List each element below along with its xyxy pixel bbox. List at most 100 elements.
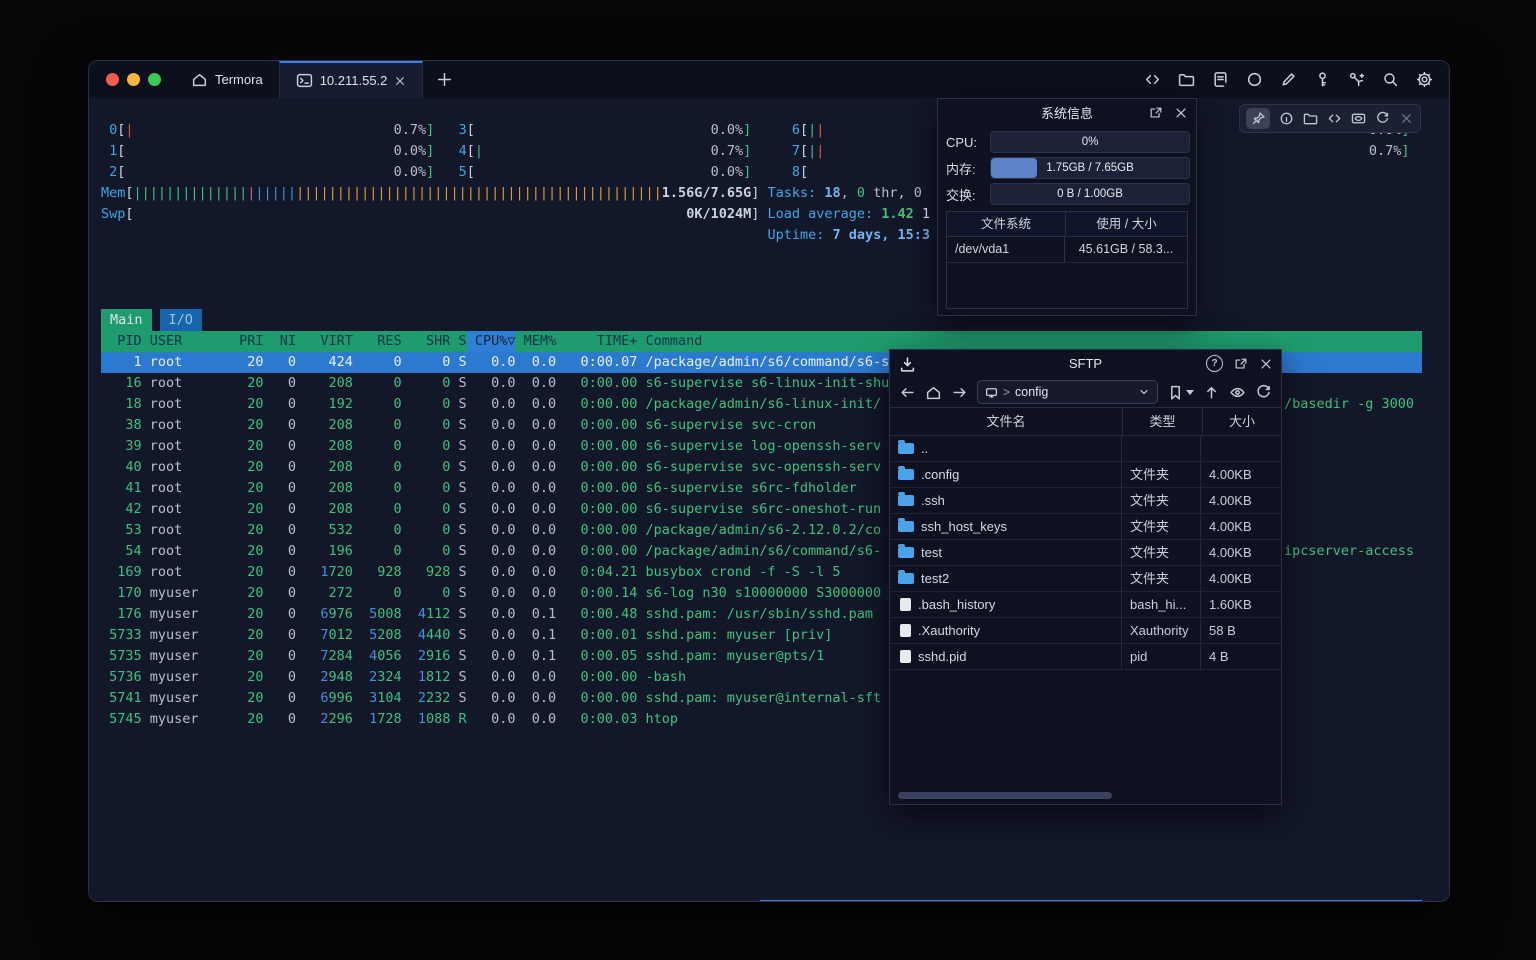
meter-segment: | (816, 141, 824, 162)
col-shr[interactable]: SHR (402, 331, 451, 352)
file-icon (900, 624, 911, 637)
minimize-window-button[interactable] (127, 73, 140, 86)
col-user[interactable]: USER (150, 331, 223, 352)
filesystem-table: 文件系统 使用 / 大小 /dev/vda145.61GB / 58.3... (946, 211, 1188, 309)
folder-icon (898, 495, 914, 506)
zoom-window-button[interactable] (148, 73, 161, 86)
file-row[interactable]: test2 文件夹 4.00KB (890, 566, 1281, 592)
forward-icon[interactable] (951, 384, 968, 401)
function-key[interactable]: F8Nice + (556, 900, 621, 902)
col-pri[interactable]: PRI (223, 331, 264, 352)
keychain-icon[interactable] (1348, 71, 1365, 88)
process-time: 0:00.00 (556, 394, 637, 415)
process-shr: 2232 (402, 688, 451, 709)
htop-tab-io[interactable]: I/O (160, 309, 202, 331)
process-virt: 272 (296, 583, 353, 604)
refresh-icon[interactable] (1255, 384, 1272, 401)
meter-segment: Load average: (767, 204, 873, 225)
filesystem-row[interactable]: /dev/vda145.61GB / 58.3... (947, 237, 1187, 263)
col-mem[interactable]: MEM% (515, 331, 556, 352)
function-key[interactable]: F6SortBy (426, 900, 491, 902)
show-hidden-eye-icon[interactable] (1229, 384, 1246, 401)
help-icon[interactable]: ? (1206, 355, 1223, 372)
open-in-window-icon[interactable] (1149, 106, 1163, 120)
up-directory-icon[interactable] (1203, 384, 1220, 401)
process-user: root (150, 520, 223, 541)
col-time[interactable]: TIME+ (556, 331, 637, 352)
file-row[interactable]: ssh_host_keys 文件夹 4.00KB (890, 514, 1281, 540)
file-row[interactable]: .. (890, 436, 1281, 462)
folder-icon (898, 547, 914, 558)
file-row[interactable]: sshd.pid pid 4 B (890, 644, 1281, 670)
caret-down-icon[interactable] (1186, 390, 1194, 395)
process-shr: 1088 (402, 709, 451, 730)
close-icon[interactable] (1174, 106, 1188, 120)
chevron-down-icon[interactable] (1138, 386, 1150, 398)
tab-home[interactable]: Termora (175, 61, 279, 98)
col-filename[interactable]: 文件名 (890, 408, 1123, 435)
system-info-titlebar: 系统信息 (938, 99, 1196, 126)
htop-tab-main[interactable]: Main (101, 309, 152, 331)
record-icon[interactable] (1246, 71, 1263, 88)
download-icon[interactable] (899, 356, 916, 373)
col-res[interactable]: RES (353, 331, 402, 352)
folder-icon[interactable] (1178, 71, 1195, 88)
home-icon[interactable] (925, 384, 942, 401)
log-document-icon[interactable] (1212, 71, 1229, 88)
terminal-line: 2[0.0%]5[0.0%]8[ (101, 162, 1435, 183)
bookmark-button[interactable] (1167, 384, 1194, 401)
col-type[interactable]: 类型 (1123, 408, 1203, 435)
process-pri: 20 (223, 415, 264, 436)
tab-session[interactable]: 10.211.55.2 (279, 61, 424, 98)
process-mem: 0.0 (515, 562, 556, 583)
file-row[interactable]: .Xauthority Xauthority 58 B (890, 618, 1281, 644)
file-row[interactable]: test 文件夹 4.00KB (890, 540, 1281, 566)
function-key[interactable]: F2Setup (166, 900, 231, 902)
edit-pencil-icon[interactable] (1280, 71, 1297, 88)
col-ni[interactable]: NI (264, 331, 297, 352)
process-state: S (450, 373, 466, 394)
close-tab-icon[interactable] (394, 75, 406, 87)
function-key[interactable]: F9Kill (621, 900, 686, 902)
col-size[interactable]: 大小 (1203, 408, 1281, 435)
function-key[interactable]: F5Tree (361, 900, 426, 902)
file-row[interactable]: .ssh 文件夹 4.00KB (890, 488, 1281, 514)
close-window-button[interactable] (106, 73, 119, 86)
monitor-eye-icon[interactable] (1351, 111, 1366, 126)
path-input[interactable]: > config (977, 380, 1158, 404)
search-icon[interactable] (1382, 71, 1399, 88)
function-key[interactable]: F3Search (231, 900, 296, 902)
code-icon[interactable] (1144, 71, 1161, 88)
col-pid[interactable]: PID (101, 331, 142, 352)
info-icon[interactable] (1279, 111, 1294, 126)
function-key[interactable]: F10Quit (686, 900, 759, 902)
function-key[interactable]: F1Help (101, 900, 166, 902)
file-row[interactable]: .config 文件夹 4.00KB (890, 462, 1281, 488)
col-cpu-sort[interactable]: CPU%▽ (467, 331, 516, 352)
process-time: 0:00.03 (556, 709, 637, 730)
open-in-window-icon[interactable] (1234, 357, 1248, 371)
process-pid: 40 (101, 457, 142, 478)
close-icon[interactable] (1259, 357, 1273, 371)
refresh-icon[interactable] (1375, 111, 1390, 126)
function-key[interactable]: F4Filter (296, 900, 361, 902)
sftp-table-header: 文件名 类型 大小 (890, 407, 1281, 436)
function-key[interactable]: F7Nice - (491, 900, 556, 902)
folder-icon[interactable] (1303, 111, 1318, 126)
new-tab-button[interactable] (423, 61, 466, 98)
col-virt[interactable]: VIRT (296, 331, 353, 352)
file-type: bash_hi... (1122, 592, 1201, 617)
code-icon[interactable] (1327, 111, 1342, 126)
settings-gear-icon[interactable] (1416, 71, 1433, 88)
close-icon[interactable] (1399, 111, 1414, 126)
file-row[interactable]: .bash_history bash_hi... 1.60KB (890, 592, 1281, 618)
process-cpu: 0.0 (467, 520, 516, 541)
key-icon[interactable] (1314, 71, 1331, 88)
horizontal-scrollbar[interactable] (898, 792, 1112, 799)
process-virt: 6976 (296, 604, 353, 625)
tab-session-label: 10.211.55.2 (320, 73, 388, 88)
col-s[interactable]: S (450, 331, 466, 352)
pin-button[interactable] (1246, 108, 1270, 129)
back-icon[interactable] (899, 384, 916, 401)
process-virt: 208 (296, 373, 353, 394)
